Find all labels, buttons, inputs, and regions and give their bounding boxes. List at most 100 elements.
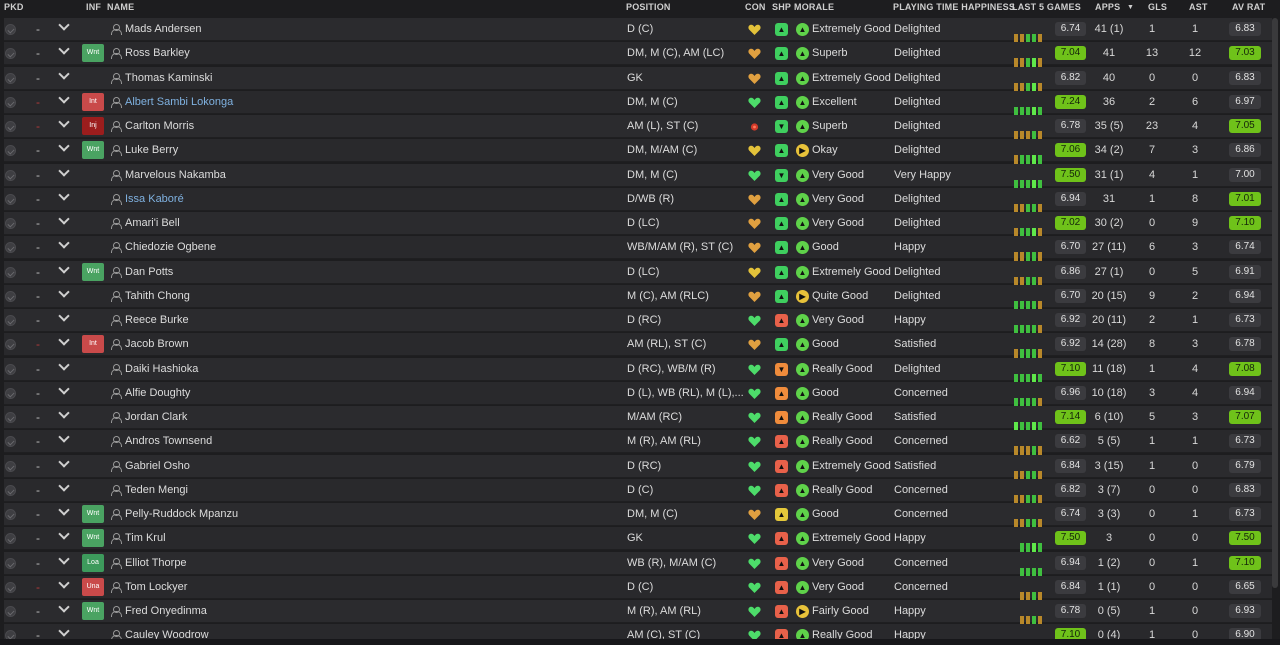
selection-dash[interactable]: - <box>36 386 40 400</box>
chevron-down-icon[interactable] <box>58 310 70 322</box>
player-name[interactable]: Jacob Brown <box>125 338 189 350</box>
pick-checkbox[interactable] <box>5 96 16 108</box>
player-row[interactable]: - Int Jacob Brown AM (RL), ST (C) ▲ ▲ Good Sati… <box>4 333 1272 359</box>
player-row[interactable]: - Reece Burke D (RC) ▲ ▲ Very Good Happy 6.92 20… <box>4 309 1272 334</box>
player-row[interactable]: - Wnt Dan Potts D (LC) ▲ ▲ Extremely Good Delig… <box>4 260 1272 286</box>
player-row[interactable]: - Jordan Clark M/AM (RC) ▲ ▲ Really Good Satis… <box>4 406 1272 431</box>
player-name[interactable]: Teden Mengi <box>125 484 188 496</box>
chevron-down-icon[interactable] <box>58 261 70 274</box>
player-row[interactable]: - Wnt Tim Krul GK ▲ ▲ Extremely Good Happy 7.50 3… <box>4 527 1272 553</box>
col-inf[interactable]: INF <box>86 2 101 12</box>
player-name[interactable]: Tom Lockyer <box>125 581 187 593</box>
chevron-down-icon[interactable] <box>58 577 70 589</box>
player-row[interactable]: - Una Tom Lockyer D (C) ▲ ▲ Very Good Concerned… <box>4 575 1272 601</box>
pick-checkbox[interactable] <box>5 509 16 520</box>
pick-checkbox[interactable] <box>5 460 16 472</box>
player-name[interactable]: Cauley Woodrow <box>125 629 209 639</box>
col-con[interactable]: CON <box>745 2 766 12</box>
chevron-down-icon[interactable] <box>58 237 70 249</box>
selection-dash[interactable]: - <box>36 531 40 545</box>
pick-checkbox[interactable] <box>5 218 16 229</box>
chevron-down-icon[interactable] <box>58 286 70 298</box>
player-row[interactable]: - Wnt Fred Onyedinma M (R), AM (RL) ▲ ▶ Fairly… <box>4 600 1272 625</box>
pick-checkbox[interactable] <box>5 290 16 302</box>
pick-checkbox[interactable] <box>5 484 16 496</box>
player-row[interactable]: - Mads Andersen D (C) ▲ ▲ Extremely Good Delig… <box>4 18 1272 43</box>
selection-dash[interactable]: - <box>36 459 40 473</box>
selection-dash[interactable]: - <box>36 119 40 133</box>
chevron-down-icon[interactable] <box>58 43 70 55</box>
chevron-down-icon[interactable] <box>58 455 70 468</box>
chevron-down-icon[interactable] <box>58 164 70 177</box>
selection-dash[interactable]: - <box>36 337 40 351</box>
col-morale[interactable]: MORALE <box>794 2 834 12</box>
player-name[interactable]: Gabriel Osho <box>125 460 190 472</box>
pick-checkbox[interactable] <box>5 436 16 448</box>
player-row[interactable]: - Int Albert Sambi Lokonga DM, M (C) ▲ ▲ Excel… <box>4 90 1272 116</box>
chevron-down-icon[interactable] <box>58 383 70 395</box>
selection-dash[interactable]: - <box>36 410 40 424</box>
chevron-down-icon[interactable] <box>58 140 70 152</box>
pick-checkbox[interactable] <box>5 242 16 254</box>
selection-dash[interactable]: - <box>36 71 40 85</box>
player-name[interactable]: Marvelous Nakamba <box>125 169 226 181</box>
player-row[interactable]: - Chiedozie Ogbene WB/M/AM (R), ST (C) ▲ ▲ Go… <box>4 236 1272 262</box>
player-row[interactable]: - Loa Elliot Thorpe WB (R), M/AM (C) ▲ ▲ Very … <box>4 551 1272 577</box>
player-name[interactable]: Pelly-Ruddock Mpanzu <box>125 508 238 520</box>
selection-dash[interactable]: - <box>36 604 40 618</box>
player-row[interactable]: - Tahith Chong M (C), AM (RLC) ▲ ▶ Quite Good… <box>4 284 1272 310</box>
selection-dash[interactable]: - <box>36 46 40 60</box>
pick-checkbox[interactable] <box>5 315 16 326</box>
selection-dash[interactable]: - <box>36 556 40 570</box>
selection-dash[interactable]: - <box>36 22 40 36</box>
selection-dash[interactable]: - <box>36 289 40 303</box>
chevron-down-icon[interactable] <box>58 213 70 225</box>
col-pkd[interactable]: PKD <box>4 2 24 12</box>
chevron-down-icon[interactable] <box>58 480 70 492</box>
scrollbar[interactable] <box>1272 18 1278 588</box>
selection-dash[interactable]: - <box>36 507 40 521</box>
selection-dash[interactable]: - <box>36 628 40 639</box>
pick-checkbox[interactable] <box>5 339 16 351</box>
player-name[interactable]: Reece Burke <box>125 314 189 326</box>
pick-checkbox[interactable] <box>5 48 16 60</box>
chevron-down-icon[interactable] <box>58 67 70 80</box>
player-name[interactable]: Thomas Kaminski <box>125 72 212 84</box>
chevron-down-icon[interactable] <box>58 625 70 637</box>
selection-dash[interactable]: - <box>36 192 40 206</box>
pick-checkbox[interactable] <box>5 193 16 205</box>
player-name[interactable]: Albert Sambi Lokonga <box>125 96 233 108</box>
selection-dash[interactable]: - <box>36 483 40 497</box>
chevron-down-icon[interactable] <box>58 334 70 346</box>
player-row[interactable]: - Wnt Luke Berry DM, M/AM (C) ▲ ▶ Okay Delighte… <box>4 139 1272 165</box>
player-row[interactable]: - Issa Kaboré D/WB (R) ▲ ▲ Very Good Delighted… <box>4 187 1272 213</box>
player-row[interactable]: - Amari'i Bell D (LC) ▲ ▲ Very Good Delighted 7… <box>4 212 1272 237</box>
player-row[interactable]: - Thomas Kaminski GK ▲ ▲ Extremely Good Deligh… <box>4 66 1272 92</box>
player-name[interactable]: Fred Onyedinma <box>125 605 207 617</box>
player-name[interactable]: Issa Kaboré <box>125 193 184 205</box>
chevron-down-icon[interactable] <box>58 552 70 565</box>
player-row[interactable]: - Marvelous Nakamba DM, M (C) ▼ ▲ Very Good Ve… <box>4 163 1272 189</box>
chevron-down-icon[interactable] <box>58 358 70 371</box>
player-row[interactable]: - Wnt Ross Barkley DM, M (C), AM (LC) ▲ ▲ Supe… <box>4 42 1272 68</box>
player-row[interactable]: - Teden Mengi D (C) ▲ ▲ Really Good Concerned 6… <box>4 478 1272 504</box>
player-row[interactable]: - Inj Carlton Morris AM (L), ST (C) ▼ ▲ Superb… <box>4 115 1272 140</box>
selection-dash[interactable]: - <box>36 143 40 157</box>
selection-dash[interactable]: - <box>36 313 40 327</box>
pick-checkbox[interactable] <box>5 121 16 132</box>
chevron-down-icon[interactable] <box>58 601 70 613</box>
selection-dash[interactable]: - <box>36 95 40 109</box>
pick-checkbox[interactable] <box>5 606 16 617</box>
player-name[interactable]: Tim Krul <box>125 532 166 544</box>
col-last5[interactable]: LAST 5 GAMES <box>1012 2 1081 12</box>
player-name[interactable]: Ross Barkley <box>125 47 190 59</box>
chevron-down-icon[interactable] <box>58 92 70 104</box>
col-ast[interactable]: AST <box>1189 2 1208 12</box>
chevron-down-icon[interactable] <box>58 189 70 201</box>
chevron-down-icon[interactable] <box>58 504 70 516</box>
player-name[interactable]: Amari'i Bell <box>125 217 180 229</box>
pick-checkbox[interactable] <box>5 363 16 375</box>
player-name[interactable]: Alfie Doughty <box>125 387 190 399</box>
pick-checkbox[interactable] <box>5 72 16 84</box>
chevron-down-icon[interactable] <box>58 407 70 419</box>
